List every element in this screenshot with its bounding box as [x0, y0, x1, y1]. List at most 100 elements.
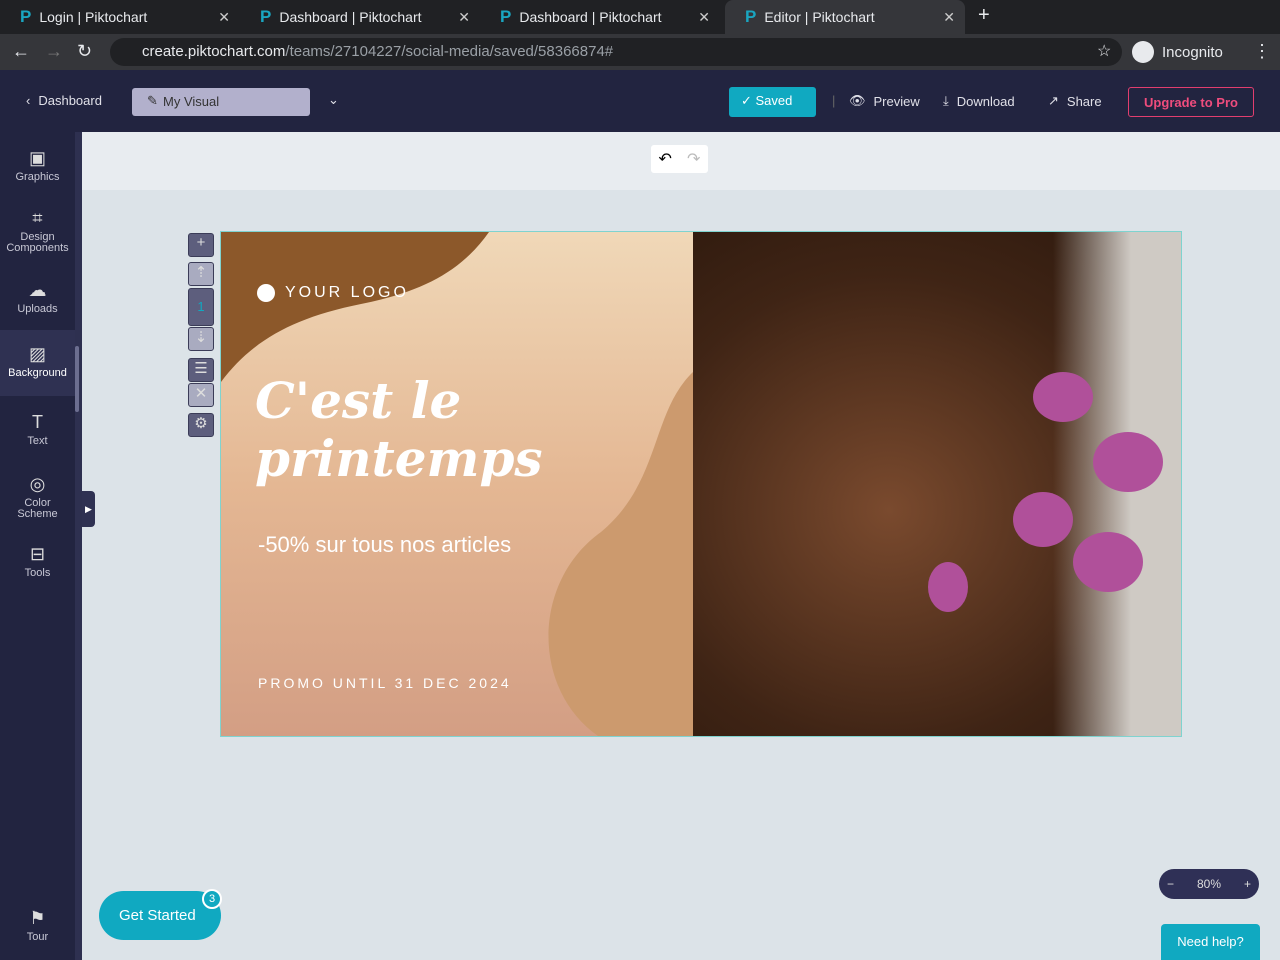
- upgrade-button[interactable]: Upgrade to Pro: [1128, 87, 1254, 117]
- redo-icon[interactable]: ↷: [680, 145, 709, 173]
- download-icon: ⤓: [943, 93, 949, 108]
- logo-placeholder[interactable]: YOUR LOGO: [257, 284, 409, 302]
- new-tab-button[interactable]: +: [978, 4, 990, 27]
- saved-button[interactable]: ✓ Saved: [729, 87, 816, 117]
- menu-icon[interactable]: ⋮: [1253, 41, 1271, 62]
- sidebar-label: Background: [8, 367, 67, 379]
- close-icon[interactable]: ✕: [943, 9, 955, 26]
- piktochart-icon: P: [745, 7, 757, 26]
- sidebar-item-text[interactable]: T Text: [0, 412, 75, 447]
- page-settings-button[interactable]: ⚙: [188, 413, 214, 437]
- chevron-down-icon[interactable]: ⌄: [328, 92, 339, 108]
- share-button[interactable]: ↗ Share: [1048, 93, 1102, 109]
- close-icon[interactable]: ✕: [218, 9, 230, 26]
- subtitle-text[interactable]: -50% sur tous nos articles: [258, 528, 518, 561]
- browser-tabbar: P Login | Piktochart ✕ P Dashboard | Piktoc…: [0, 0, 1280, 34]
- eye-icon: 👁: [849, 93, 866, 108]
- piktochart-icon: P: [260, 7, 272, 26]
- sidebar-label: Tools: [24, 567, 51, 579]
- sidebar-item-graphics[interactable]: ▣ Graphics: [0, 148, 75, 183]
- zoom-in-button[interactable]: +: [1244, 877, 1251, 891]
- saved-label: Saved: [755, 93, 793, 108]
- close-icon[interactable]: ✕: [698, 9, 710, 26]
- sidebar: ▣ Graphics ⌗ Design Components ☁ Uploads ▨ B…: [0, 132, 75, 960]
- background-panel: YOUR LOGO C'est le printemps -50% sur to…: [221, 232, 693, 736]
- share-label: Share: [1066, 93, 1102, 109]
- text-icon: T: [32, 412, 43, 432]
- add-page-button[interactable]: +: [188, 233, 214, 257]
- profile-label: Incognito: [1162, 43, 1223, 61]
- incognito-icon: [1132, 41, 1154, 63]
- logo-text: YOUR LOGO: [285, 284, 409, 301]
- palette-icon: ◎: [29, 474, 46, 494]
- sidebar-item-color-scheme[interactable]: ◎ Color Scheme: [0, 474, 75, 520]
- orchid: [1013, 492, 1073, 547]
- editor-topbar: ‹ Dashboard My Visual ✎ ⌄ ✓ Saved | 👁 Prev…: [0, 70, 1280, 132]
- headline-text[interactable]: C'est le printemps: [255, 372, 555, 488]
- star-icon[interactable]: ☆: [1097, 41, 1111, 61]
- sidebar-item-background[interactable]: ▨ Background: [0, 330, 75, 396]
- sidebar-label: Uploads: [17, 303, 58, 315]
- check-icon: ✓: [741, 93, 756, 108]
- components-icon: ⌗: [32, 208, 43, 228]
- promo-text[interactable]: PROMO UNTIL 31 DEC 2024: [258, 675, 512, 691]
- profile-button[interactable]: Incognito: [1132, 39, 1223, 65]
- move-page-down-button[interactable]: ⇣: [188, 327, 214, 351]
- sidebar-label: Graphics: [15, 171, 60, 183]
- sidebar-item-design-components[interactable]: ⌗ Design Components: [0, 208, 75, 254]
- download-button[interactable]: ⤓ Download: [943, 93, 1015, 109]
- tab-label: Login | Piktochart: [39, 9, 148, 25]
- duplicate-page-button[interactable]: ☰: [188, 358, 214, 382]
- orchid: [1073, 532, 1143, 592]
- tab-label: Dashboard | Piktochart: [279, 9, 422, 25]
- piktochart-icon: P: [500, 7, 512, 26]
- pencil-icon: ✎: [147, 93, 158, 108]
- browser-tab[interactable]: P Login | Piktochart ✕: [0, 0, 240, 34]
- visual-title-input[interactable]: My Visual: [132, 88, 310, 116]
- tab-label: Dashboard | Piktochart: [519, 9, 662, 25]
- browser-tab[interactable]: P Dashboard | Piktochart ✕: [240, 0, 480, 34]
- zoom-control: − 80% +: [1159, 869, 1259, 899]
- preview-button[interactable]: 👁 Preview: [849, 93, 920, 109]
- move-page-up-button[interactable]: ⇡: [188, 262, 214, 286]
- preview-label: Preview: [873, 93, 920, 109]
- undo-redo-group: ↶ ↷: [651, 145, 708, 173]
- portrait-photo[interactable]: [693, 232, 1181, 736]
- design-canvas[interactable]: YOUR LOGO C'est le printemps -50% sur to…: [220, 231, 1182, 737]
- orchid: [1093, 432, 1163, 492]
- chevron-left-icon: ‹: [26, 93, 31, 108]
- cloud-upload-icon: ☁: [28, 280, 47, 300]
- url-host: create.piktochart.com: [142, 43, 286, 60]
- zoom-level: 80%: [1196, 877, 1222, 891]
- close-icon[interactable]: ✕: [458, 9, 470, 26]
- back-to-dashboard[interactable]: ‹ Dashboard: [26, 93, 102, 108]
- sidebar-label: Tour: [26, 931, 49, 943]
- get-started-badge: 3: [202, 889, 222, 909]
- browser-tab-active[interactable]: P Editor | Piktochart ✕: [725, 0, 965, 34]
- undo-icon[interactable]: ↶: [651, 145, 680, 173]
- back-icon[interactable]: ←: [12, 41, 30, 62]
- url-input[interactable]: create.piktochart.com/teams/27104227/soc…: [110, 38, 1122, 66]
- divider: |: [832, 93, 836, 108]
- toolbox-icon: ⊟: [29, 544, 46, 564]
- image-icon: ▣: [28, 148, 46, 168]
- expand-panel-button[interactable]: ▶: [82, 491, 95, 527]
- address-bar: ← → ↻ create.piktochart.com/teams/271042…: [0, 34, 1280, 70]
- background-icon: ▨: [28, 344, 46, 364]
- browser-tab[interactable]: P Dashboard | Piktochart ✕: [480, 0, 720, 34]
- sidebar-label: Color Scheme: [17, 497, 58, 520]
- orchid: [928, 562, 968, 612]
- sidebar-item-tour[interactable]: ⚑ Tour: [0, 908, 75, 943]
- delete-page-button[interactable]: ✕: [188, 383, 214, 407]
- sidebar-item-tools[interactable]: ⊟ Tools: [0, 544, 75, 579]
- title-text: My Visual: [163, 94, 220, 109]
- zoom-out-button[interactable]: −: [1167, 877, 1174, 891]
- reload-icon[interactable]: ↻: [77, 41, 92, 62]
- sidebar-label: Design Components: [6, 231, 69, 254]
- sidebar-label: Text: [27, 435, 48, 447]
- orchid: [1033, 372, 1093, 422]
- need-help-button[interactable]: Need help?: [1161, 924, 1260, 960]
- sidebar-scrollbar[interactable]: [75, 132, 82, 960]
- sidebar-item-uploads[interactable]: ☁ Uploads: [0, 280, 75, 315]
- forward-icon[interactable]: →: [45, 41, 63, 62]
